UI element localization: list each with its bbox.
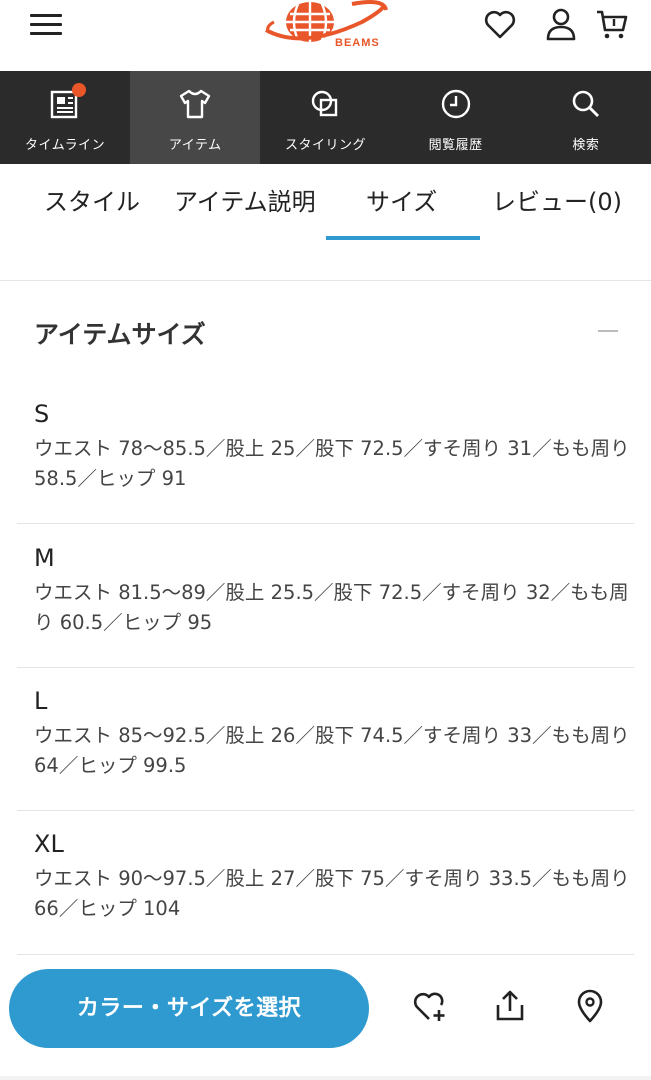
size-measurements: ウエスト 85〜92.5／股上 26／股下 74.5／すそ周り 33／もも周り …: [34, 724, 630, 777]
tab-style[interactable]: スタイル: [44, 182, 140, 217]
menu-icon[interactable]: [28, 10, 64, 40]
section-title: アイテムサイズ: [34, 320, 206, 349]
size-measurements: ウエスト 90〜97.5／股上 27／股下 75／すそ周り 33.5／もも周り …: [34, 867, 630, 920]
nav-item-item[interactable]: アイテム: [130, 71, 261, 164]
nav-item-history[interactable]: 閲覧履歴: [391, 71, 521, 164]
nav-item-search[interactable]: 検索: [521, 71, 651, 164]
app: BEAMS タイムライン アイテム スタイリング 閲覧履歴 検索 スタイル アイ…: [0, 0, 651, 1080]
size-name: XL: [34, 830, 64, 858]
location-pin-icon[interactable]: [572, 988, 608, 1024]
active-tab-indicator: [326, 236, 480, 240]
tab-size[interactable]: サイズ: [366, 182, 437, 217]
size-item-s: S ウエスト 78〜85.5／股上 25／股下 72.5／すそ周り 31／もも周…: [34, 400, 634, 494]
brand-wordmark: BEAMS: [335, 37, 380, 49]
divider: [17, 667, 634, 668]
divider: [17, 523, 634, 524]
size-measurements: ウエスト 78〜85.5／股上 25／股下 72.5／すそ周り 31／もも周り …: [34, 437, 630, 490]
divider: [17, 954, 634, 955]
notification-badge: [72, 83, 86, 97]
detail-tabs: スタイル アイテム説明 サイズ レビュー(0): [0, 164, 651, 244]
search-icon: [569, 87, 603, 121]
top-header: BEAMS: [0, 0, 651, 71]
bottom-action-bar: カラー・サイズを選択: [0, 960, 651, 1080]
nav-label: アイテム: [168, 138, 222, 153]
select-color-size-button[interactable]: カラー・サイズを選択: [9, 969, 369, 1048]
size-name: L: [34, 687, 48, 715]
cart-icon[interactable]: [594, 6, 630, 42]
collapse-icon[interactable]: [598, 330, 618, 332]
size-item-m: M ウエスト 81.5〜89／股上 25.5／股下 72.5／すそ周り 32／も…: [34, 544, 634, 638]
size-name: M: [34, 544, 55, 572]
tab-description[interactable]: アイテム説明: [174, 182, 316, 217]
size-name: S: [34, 400, 50, 428]
divider: [0, 1076, 651, 1080]
size-item-l: L ウエスト 85〜92.5／股上 26／股下 74.5／すそ周り 33／もも周…: [34, 687, 634, 781]
user-icon[interactable]: [543, 6, 579, 42]
nav-label: スタイリング: [284, 138, 366, 153]
nav-item-timeline[interactable]: タイムライン: [0, 71, 130, 164]
main-nav: タイムライン アイテム スタイリング 閲覧履歴 検索: [0, 71, 651, 164]
size-item-xl: XL ウエスト 90〜97.5／股上 27／股下 75／すそ周り 33.5／もも…: [34, 830, 634, 924]
nav-label: タイムライン: [25, 138, 106, 153]
nav-item-styling[interactable]: スタイリング: [260, 71, 390, 164]
size-measurements: ウエスト 81.5〜89／股上 25.5／股下 72.5／すそ周り 32／もも周…: [34, 581, 629, 634]
divider: [0, 280, 651, 281]
divider: [17, 810, 634, 811]
share-icon[interactable]: [492, 988, 528, 1024]
heart-plus-icon[interactable]: [412, 988, 448, 1024]
heart-icon[interactable]: [482, 6, 518, 42]
tshirt-icon: [178, 87, 212, 121]
nav-label: 検索: [572, 138, 600, 153]
clock-icon: [439, 87, 473, 121]
tab-review[interactable]: レビュー(0): [492, 182, 622, 217]
nav-label: 閲覧履歴: [428, 138, 483, 153]
styling-icon: [308, 87, 342, 121]
